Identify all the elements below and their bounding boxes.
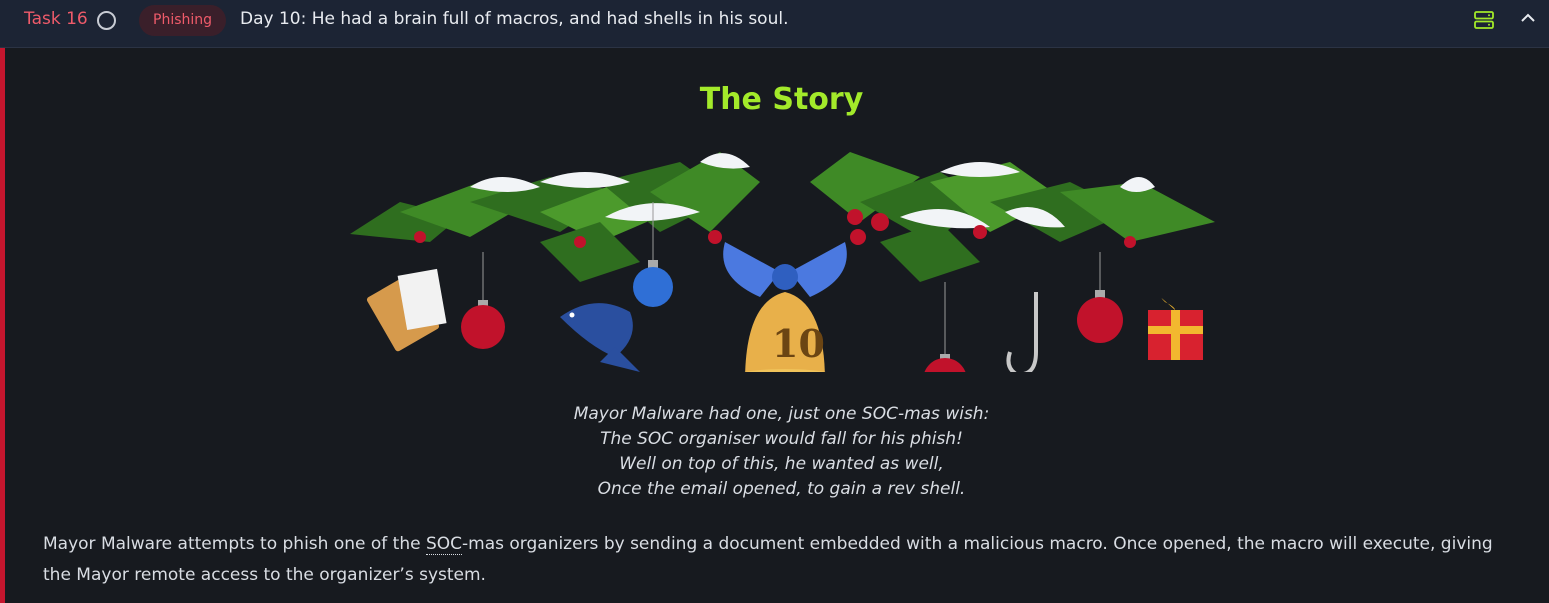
chevron-up-icon[interactable] [1520,11,1536,25]
task-number-label: Task 16 [24,9,88,29]
paragraph-text: Mayor Malware attempts to phish one of t… [43,534,426,554]
holly-garland-banner: 10 [350,152,1215,372]
status-circle-icon [97,11,116,30]
task-header[interactable]: Task 16 Phishing Day 10: He had a brain … [0,0,1549,48]
phishing-tag: Phishing [139,5,227,36]
poem-line: The SOC organiser would fall for his phi… [600,429,963,449]
bow-icon [723,242,847,297]
accent-bar [0,48,5,603]
task-title: Day 10: He had a brain full of macros, a… [240,9,789,29]
bell-icon: 10 [744,292,826,372]
holly-garland [350,152,1215,282]
gift-icon [1148,298,1203,360]
story-poem: Mayor Malware had one, just one SOC-mas … [0,402,1549,502]
soc-abbreviation[interactable]: SOC [425,534,463,555]
clipboard-icon [366,268,447,352]
poem-line: Well on top of this, he wanted as well, [619,454,944,474]
bell-number: 10 [772,321,825,366]
fish-icon [560,303,640,372]
hook-icon [1006,292,1038,372]
story-paragraph: Mayor Malware attempts to phish one of t… [43,529,1503,591]
server-icon[interactable] [1474,11,1494,29]
story-heading: The Story [699,82,864,117]
poem-line: Mayor Malware had one, just one SOC-mas … [573,404,990,424]
poem-line: Once the email opened, to gain a rev she… [597,479,966,499]
task-content: The Story 10 Mayor Malware had one, just… [0,48,1549,603]
